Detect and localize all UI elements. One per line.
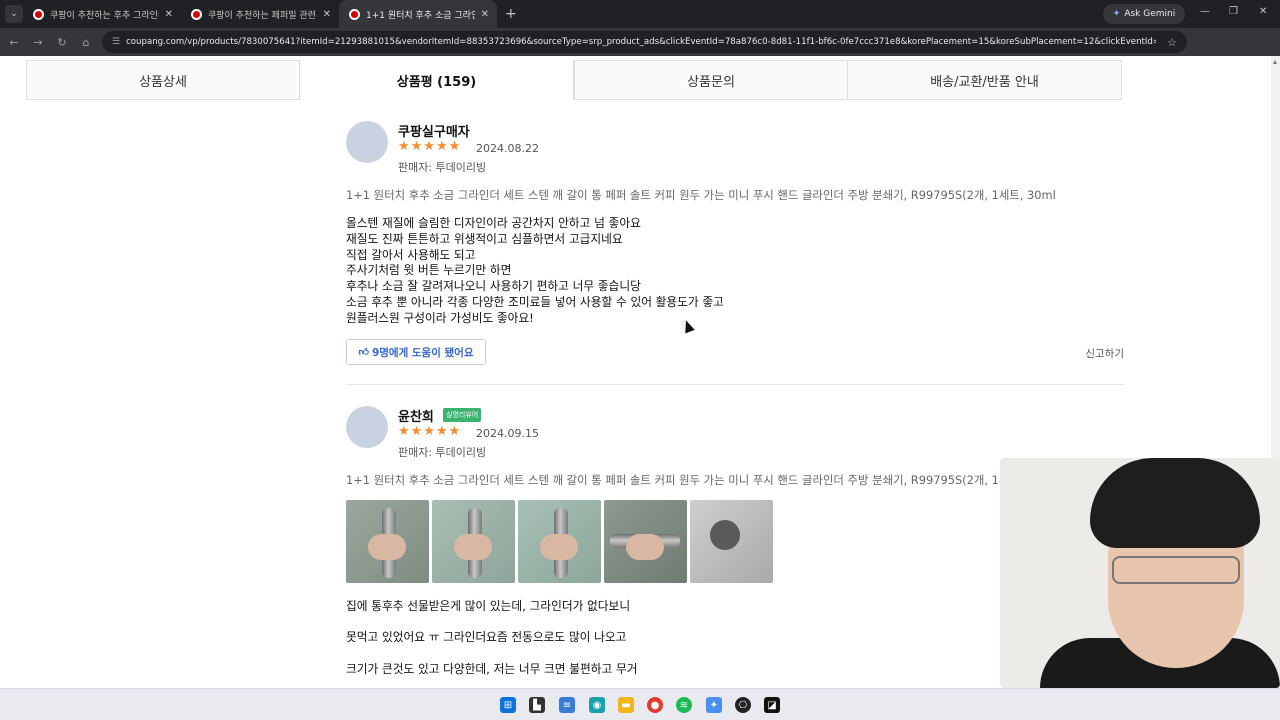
tab-product-detail[interactable]: 상품상세 [26,60,300,100]
tab-product-inquiry[interactable]: 상품문의 [574,60,848,100]
bookmark-star-icon[interactable]: ☆ [1167,36,1177,49]
forward-arrow-icon[interactable]: → [26,36,50,49]
gemini-app-icon[interactable]: ✦ [706,697,722,713]
reviewer-name: 윤찬희 [398,410,434,425]
review-text-line: 크기가 큰것도 있고 다양한데, 저는 너무 크면 불편하고 무거 [346,662,638,676]
star-rating: ★★★★★ [398,424,462,439]
review-date: 2024.08.22 [476,142,539,155]
review-text-line: 집에 통후추 선물받은게 많이 있는데, 그라인더가 없다보니 [346,599,631,613]
review-divider [346,384,1124,385]
purchased-option: 1+1 원터치 후추 소금 그라인더 세트 스텐 깨 갈이 통 페퍼 솔트 커피… [346,188,1056,202]
close-window-icon[interactable]: ✕ [1259,6,1267,17]
windows-taskbar: ⊞ ▙ ≡ ◉ ▬ ● ≋ ✦ ⎔ ◪ [0,688,1280,720]
review-text-line: 소금 후추 뿐 아니라 각종 다양한 조미료들 넣어 사용할 수 있어 활용도가… [346,295,724,309]
review-photo[interactable] [518,500,601,583]
home-icon[interactable]: ⌂ [74,36,98,49]
tab-shipping-returns[interactable]: 배송/교환/반품 안내 [848,60,1122,100]
tab-search-chevron-icon[interactable]: ⌄ [5,5,23,23]
helpful-label: 9명에게 도움이 됐어요 [371,346,474,359]
review-text-line: 후추나 소금 잘 갈려져나오니 사용하기 편하고 너무 좋습니당 [346,279,641,293]
product-tabs: 상품상세 상품평 (159) 상품문의 배송/교환/반품 안내 [26,60,1123,100]
review-photo[interactable] [346,500,429,583]
capcut-icon[interactable]: ◪ [764,697,780,713]
ask-gemini-label: Ask Gemini [1124,9,1176,19]
star-rating: ★★★★★ [398,139,462,154]
new-tab-button[interactable]: + [505,6,517,22]
gemini-sparkle-icon: ✦ [1112,9,1121,19]
coupang-favicon-icon [349,8,360,20]
review-text-line: 원플러스원 구성이라 가성비도 좋아요! [346,311,534,325]
minimize-icon[interactable]: — [1200,6,1210,17]
review-text-line: 재질도 진짜 튼튼하고 위생적이고 심플하면서 고급지네요 [346,232,623,246]
real-name-reviewer-badge: 실명리뷰어 [443,408,482,422]
review-photos [346,500,773,583]
tab-title: 쿠팡이 추천하는 후추 그라인더 [50,10,159,21]
coupang-favicon-icon [191,8,202,20]
reviewer-avatar [346,406,388,448]
report-link[interactable]: 신고하기 [1085,346,1124,361]
review-photo[interactable] [432,500,515,583]
reviewer-avatar [346,121,388,163]
webcam-overlay [1000,458,1280,688]
tab-close-icon[interactable]: ✕ [165,9,173,20]
browser-tab-1[interactable]: 쿠팡이 추천하는 후추 그라인더 ✕ [23,0,181,28]
scroll-up-icon[interactable] [1273,60,1277,64]
review-text-line: 올스텐 재질에 슬림한 디자인이라 공간차지 안하고 넘 좋아요 [346,216,641,230]
chrome-icon[interactable]: ● [647,697,663,713]
browser-tab-2[interactable]: 쿠팡이 추천하는 페퍼밀 관련 추 ✕ [181,0,339,28]
reload-icon[interactable]: ↻ [50,36,74,49]
ask-gemini-button[interactable]: ✦ Ask Gemini [1103,4,1185,24]
folder-icon[interactable]: ▬ [618,697,634,713]
thumbs-up-icon: 👍︎ [358,347,369,358]
helpful-button[interactable]: 👍︎ 9명에게 도움이 됐어요 [346,339,486,365]
restore-icon[interactable]: ❐ [1229,6,1238,17]
review-text-line: 주사기처럼 윗 버튼 누르기만 하면 [346,263,512,277]
edge-icon[interactable]: ◉ [589,697,605,713]
review-item: 쿠팡실구매자 ★★★★★ 2024.08.22 판매자: 투데이리빙 1+1 원… [346,121,1124,386]
tab-close-icon[interactable]: ✕ [481,9,489,20]
coupang-favicon-icon [33,8,44,20]
browser-toolbar: ← → ↻ ⌂ ☰ coupang.com/vp/products/783007… [0,28,1280,78]
site-info-icon[interactable]: ☰ [112,37,120,47]
back-arrow-icon[interactable]: ← [2,36,26,49]
notepad-icon[interactable]: ≡ [559,697,575,713]
seller-name: 판매자: 투데이리빙 [398,446,487,459]
tab-title: 쿠팡이 추천하는 페퍼밀 관련 추 [208,10,317,21]
tab-reviews[interactable]: 상품평 (159) [300,60,574,100]
chatgpt-icon[interactable]: ⎔ [735,697,751,713]
review-date: 2024.09.15 [476,427,539,440]
review-photo[interactable] [690,500,773,583]
review-photo[interactable] [604,500,687,583]
start-windows-icon[interactable]: ⊞ [500,697,516,713]
seller-name: 판매자: 투데이리빙 [398,161,487,174]
spotify-icon[interactable]: ≋ [676,697,692,713]
browser-tab-3-active[interactable]: 1+1 원터치 후추 소금 그라인더 ✕ [339,0,497,28]
address-bar[interactable]: ☰ coupang.com/vp/products/7830075641?ite… [102,31,1187,53]
file-explorer-icon[interactable]: ▙ [529,697,545,713]
review-text-line: 못먹고 있었어요 ㅠ 그라인더요즘 전동으로도 많이 나오고 [346,630,627,644]
reviewer-name: 쿠팡실구매자 [398,125,470,140]
tab-close-icon[interactable]: ✕ [323,9,331,20]
url-text[interactable]: coupang.com/vp/products/7830075641?itemI… [126,37,1156,47]
tab-title: 1+1 원터치 후추 소금 그라인더 [366,10,475,21]
browser-tab-strip: ⌄ 쿠팡이 추천하는 후추 그라인더 ✕ 쿠팡이 추천하는 페퍼밀 관련 추 ✕… [0,0,1280,28]
